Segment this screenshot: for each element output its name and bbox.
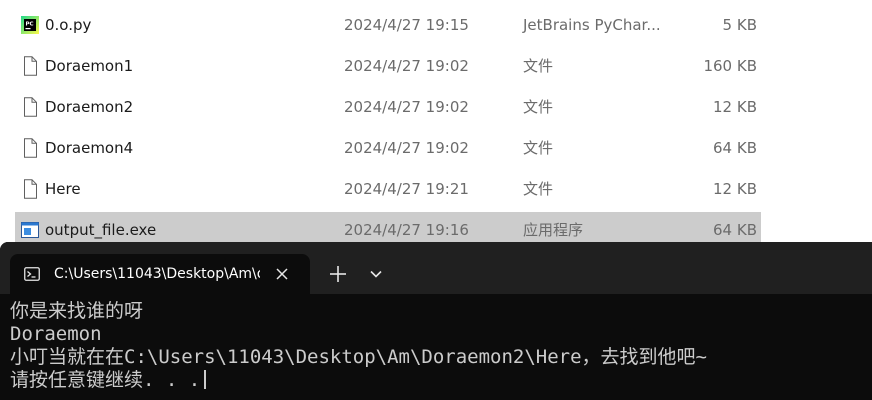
file-name: Doraemon4 [45,139,134,157]
file-type: 文件 [523,98,554,116]
terminal-line: 你是来找谁的呀 [10,300,144,322]
file-date: 2024/4/27 19:02 [344,98,469,116]
file-size: 5 KB [722,16,757,34]
file-type: 文件 [523,139,554,157]
terminal-icon [24,267,40,281]
terminal-line-text: 请按任意键继续. . . [10,369,201,391]
exe-icon [21,222,39,238]
file-icon [24,56,37,76]
file-name: 0.o.py [45,16,92,34]
terminal-tab-bar: C:\Users\11043\Desktop\Am\output_file.ex… [0,242,872,294]
file-size: 160 KB [703,57,757,75]
file-icon [24,97,37,117]
file-type: JetBrains PyChar... [523,16,661,34]
terminal-line: 小叮当就在在C:\Users\11043\Desktop\Am\Doraemon… [10,346,707,368]
file-type: 文件 [523,57,554,75]
file-date: 2024/4/27 19:02 [344,57,469,75]
file-icon [24,138,37,158]
file-size: 12 KB [713,180,757,198]
file-list: PC 0.o.py 2024/4/27 19:15 JetBrains PyCh… [0,0,872,248]
file-row[interactable]: Doraemon4 2024/4/27 19:02 文件 64 KB [15,130,761,166]
file-row[interactable]: Doraemon1 2024/4/27 19:02 文件 160 KB [15,48,761,84]
file-name: Here [45,180,81,198]
plus-icon[interactable] [326,262,350,286]
file-size: 64 KB [713,139,757,157]
file-row[interactable]: PC 0.o.py 2024/4/27 19:15 JetBrains PyCh… [15,7,761,43]
terminal-tab[interactable]: C:\Users\11043\Desktop\Am\output_file.ex… [10,254,310,294]
file-icon [24,179,37,199]
file-name: Doraemon2 [45,98,134,116]
file-name: Doraemon1 [45,57,134,75]
pycharm-icon: PC [21,16,39,34]
file-row[interactable]: Doraemon2 2024/4/27 19:02 文件 12 KB [15,89,761,125]
file-type: 文件 [523,180,554,198]
svg-text:PC: PC [26,22,34,28]
terminal-line-prompt: 请按任意键继续. . . [10,369,870,392]
file-date: 2024/4/27 19:15 [344,16,469,34]
chevron-down-icon[interactable] [364,262,388,286]
terminal-output[interactable]: 你是来找谁的呀 Doraemon 小叮当就在在C:\Users\11043\De… [10,300,870,392]
file-row[interactable]: Here 2024/4/27 19:21 文件 12 KB [15,171,761,207]
file-date: 2024/4/27 19:02 [344,139,469,157]
file-date: 2024/4/27 19:21 [344,180,469,198]
close-icon[interactable] [274,266,290,282]
terminal-window: C:\Users\11043\Desktop\Am\output_file.ex… [0,242,872,400]
tab-title: C:\Users\11043\Desktop\Am\output_file.ex… [54,266,260,282]
text-cursor [204,370,207,389]
terminal-line: Doraemon [10,323,102,345]
file-size: 12 KB [713,98,757,116]
